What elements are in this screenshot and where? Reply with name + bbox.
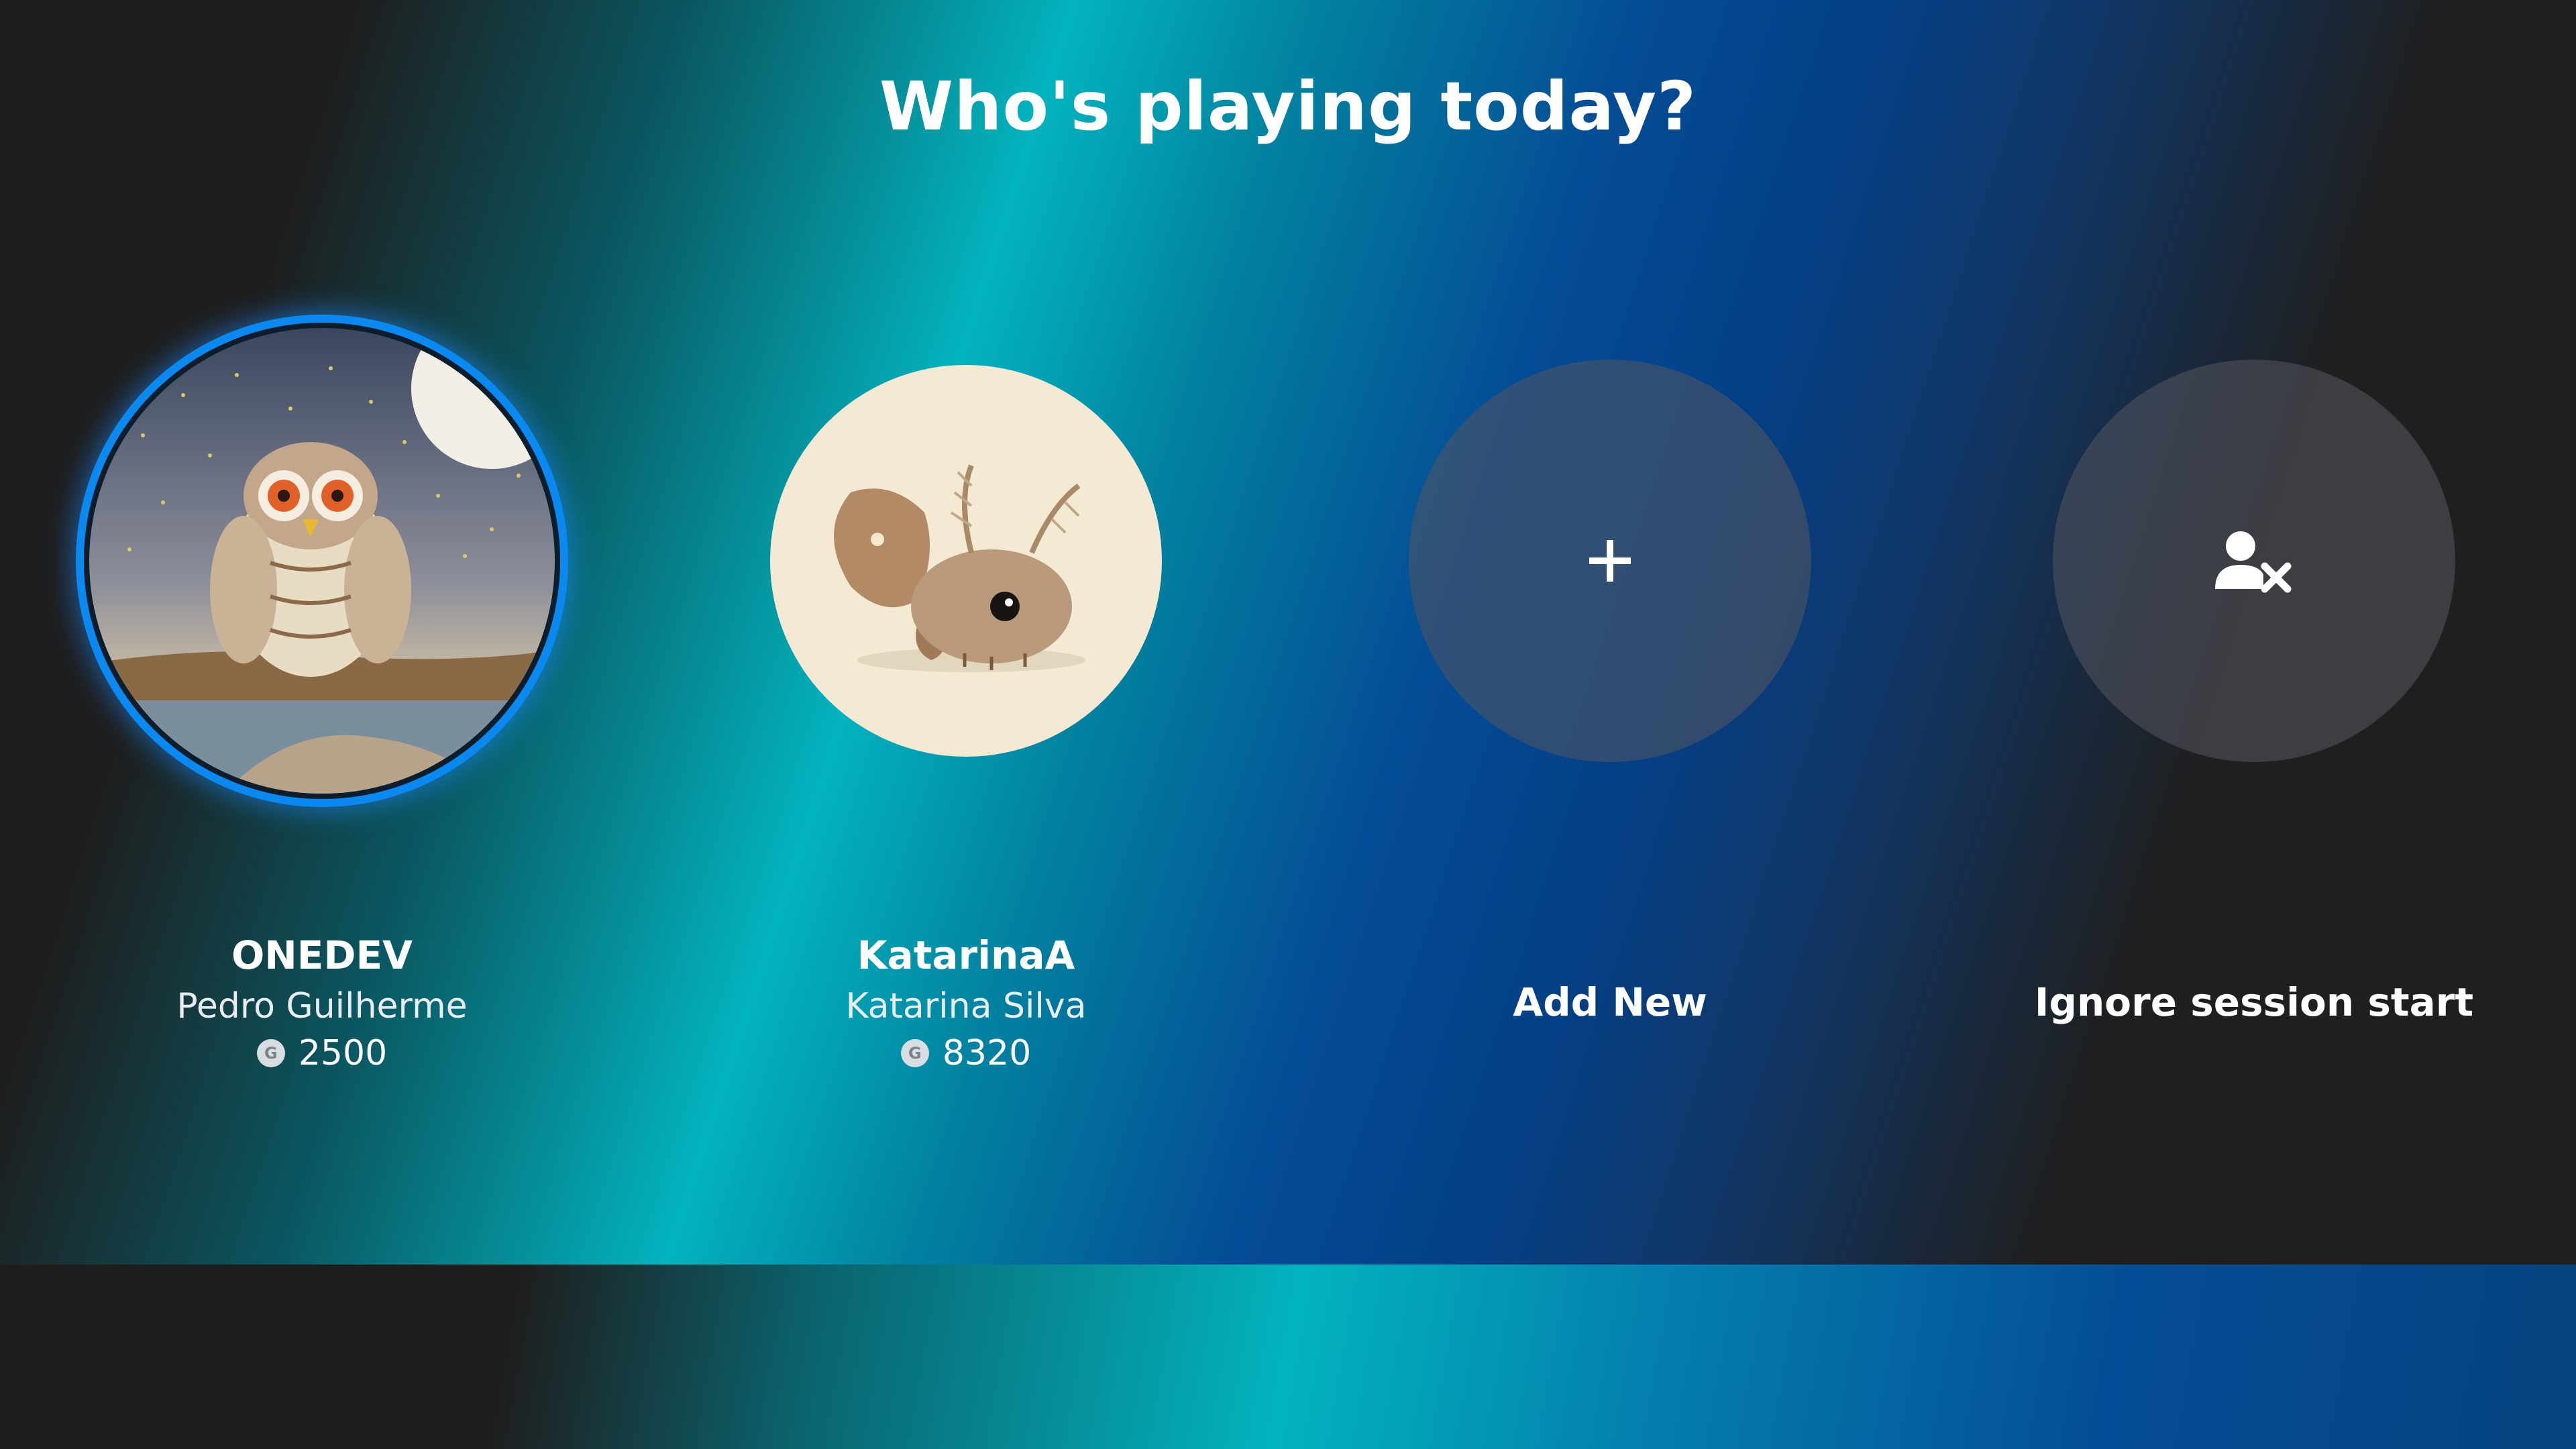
- profile-tile-katarinaa[interactable]: KatarinaA Katarina Silva G 8320: [644, 309, 1288, 1114]
- profile-picker-screen: Who's playing today? ONEDEV Pedro Guilhe…: [0, 0, 2576, 1449]
- profile-real-name: Katarina Silva: [845, 986, 1087, 1026]
- plus-icon: [1589, 540, 1631, 582]
- ignore-session-label: Ignore session start: [2034, 979, 2474, 1025]
- add-new-label: Add New: [1513, 979, 1707, 1025]
- moth-creature-avatar-icon: [770, 365, 1162, 757]
- profile-gamertag: KatarinaA: [857, 932, 1075, 978]
- avatar-onedev[interactable]: [84, 323, 560, 799]
- add-new-tile[interactable]: Add New: [1288, 309, 1932, 1114]
- page-title: Who's playing today?: [879, 67, 1697, 146]
- gamerscore-value: 8320: [942, 1033, 1032, 1073]
- profile-gamertag: ONEDEV: [231, 932, 413, 978]
- profile-tile-onedev[interactable]: ONEDEV Pedro Guilherme G 2500: [0, 309, 644, 1114]
- gamerscore-value: 2500: [298, 1033, 388, 1073]
- profile-real-name: Pedro Guilherme: [176, 986, 468, 1026]
- remove-user-icon: [2215, 531, 2292, 593]
- ignore-session-tile[interactable]: Ignore session start: [1932, 309, 2576, 1114]
- owl-avatar-icon: [89, 328, 555, 794]
- gamerscore: G 2500: [0, 1033, 644, 1073]
- ignore-session-button[interactable]: [2053, 360, 2455, 762]
- background-bottom-strip: [0, 1265, 2576, 1449]
- gamerscore-icon: G: [256, 1039, 285, 1067]
- gamerscore: G 8320: [644, 1033, 1288, 1073]
- gamerscore-icon: G: [900, 1039, 929, 1067]
- add-new-button[interactable]: [1409, 360, 1811, 762]
- avatar-katarinaa[interactable]: [770, 365, 1162, 757]
